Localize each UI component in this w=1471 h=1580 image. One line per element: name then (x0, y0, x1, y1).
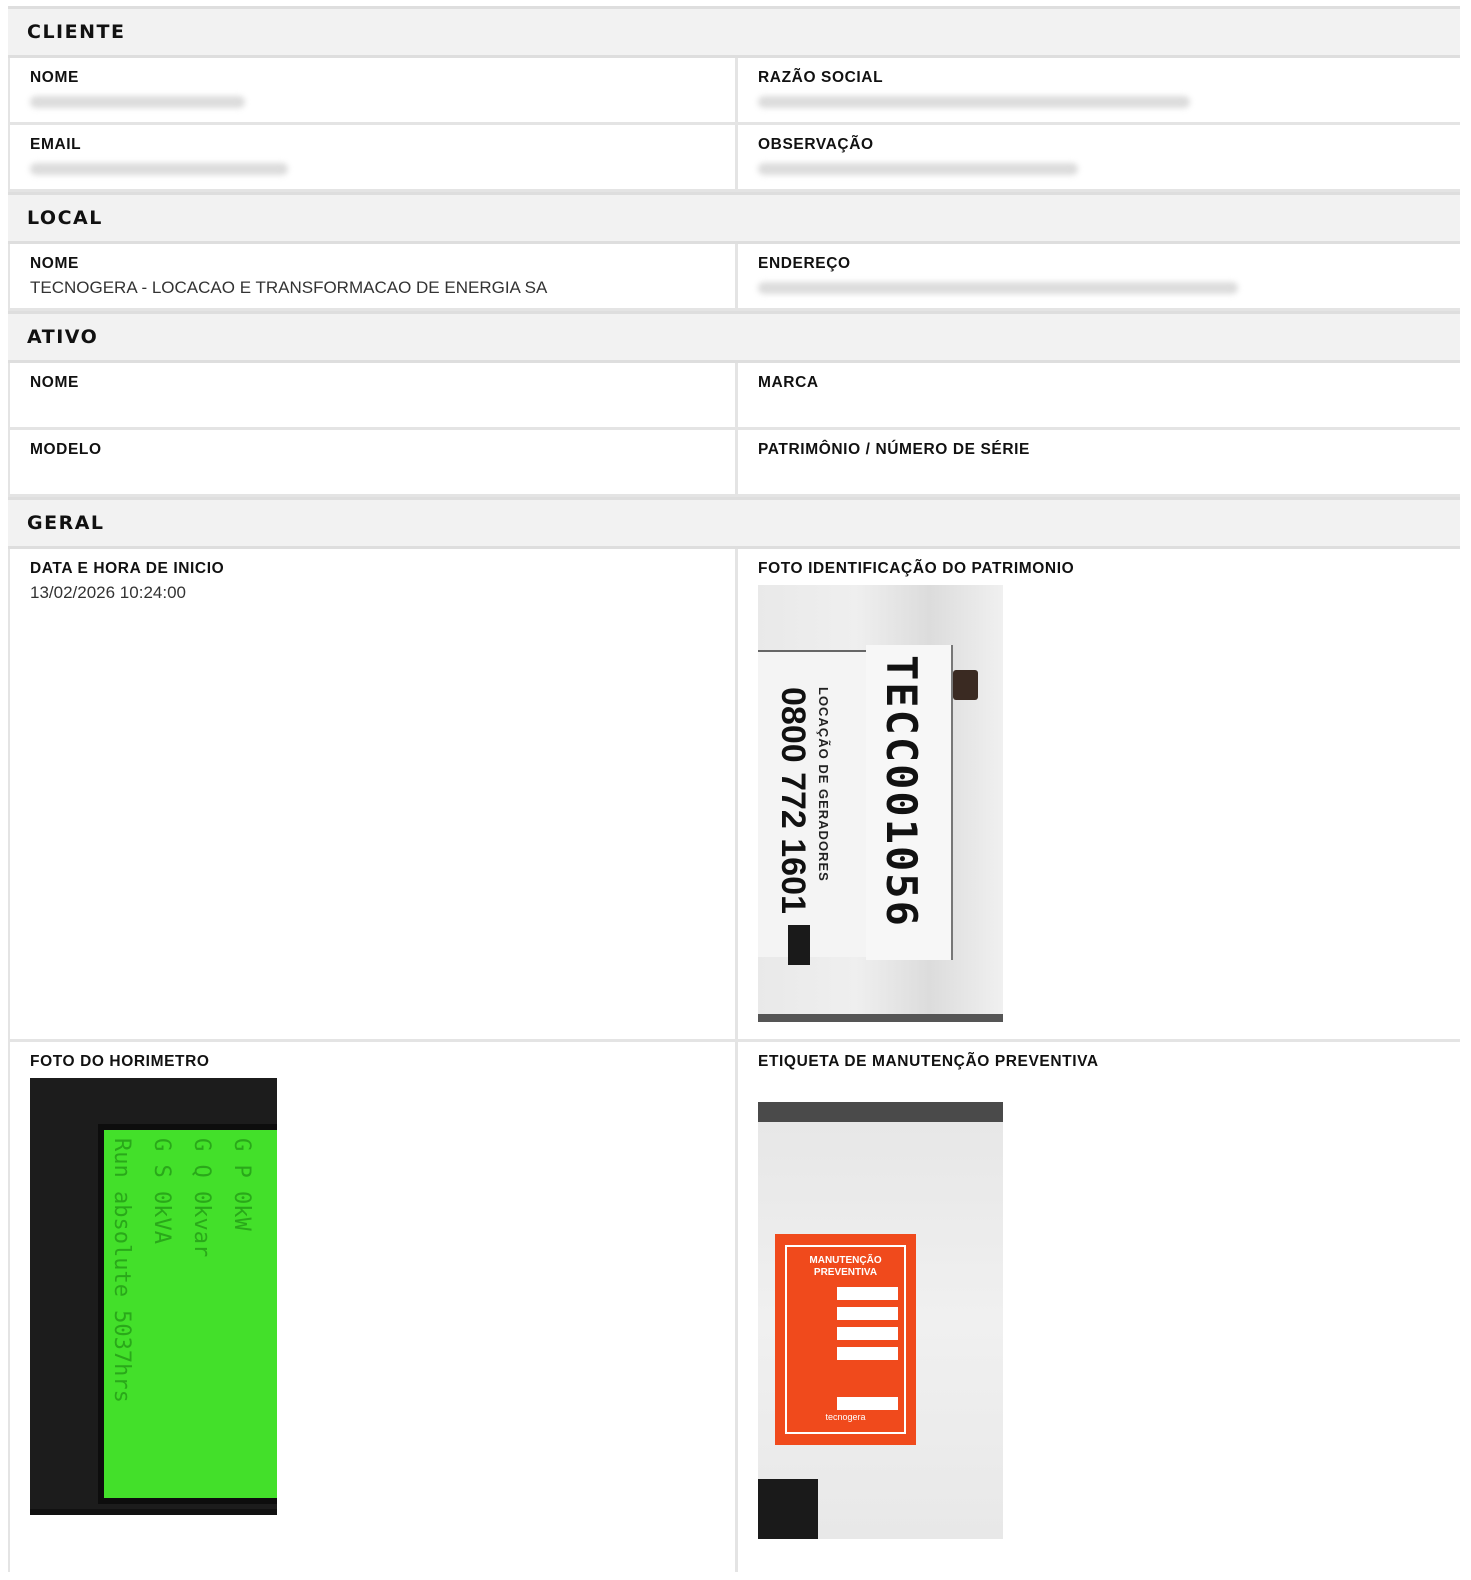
sticker-field (837, 1397, 898, 1410)
field-label: FOTO IDENTIFICAÇÃO DO PATRIMONIO (758, 560, 1075, 577)
field-label: MODELO (30, 441, 102, 458)
sticker-brand: tecnogera (825, 1412, 866, 1422)
redacted-value (30, 163, 288, 175)
field-label: NOME (30, 69, 79, 86)
redacted-value (758, 163, 1078, 175)
lcd-text: G P 0kW (229, 1138, 254, 1231)
sticker-field (837, 1327, 898, 1340)
cliente-email-cell: EMAIL (8, 125, 738, 189)
local-endereco-cell: ENDEREÇO (738, 244, 1460, 308)
field-label: DATA E HORA DE INICIO (30, 560, 225, 577)
lcd-text: G S 0kVA (149, 1138, 174, 1244)
cliente-razao-cell: RAZÃO SOCIAL (738, 58, 1460, 122)
section-cliente: CLIENTE (8, 6, 1460, 58)
geral-row-2: FOTO DO HORIMETRO Run absolute 5037hrs G… (8, 1042, 1460, 1572)
ativo-modelo-cell: MODELO (8, 430, 738, 494)
field-label: MARCA (758, 374, 819, 391)
field-label: NOME (30, 255, 79, 272)
field-value: TECNOGERA - LOCACAO E TRANSFORMACAO DE E… (30, 278, 548, 297)
ativo-patrimonio-cell: PATRIMÔNIO / NÚMERO DE SÉRIE (738, 430, 1460, 494)
section-local: LOCAL (8, 192, 1460, 244)
field-label: RAZÃO SOCIAL (758, 69, 884, 86)
etiqueta-photo[interactable]: MANUTENÇÃO PREVENTIVA tecnogera (758, 1102, 1003, 1539)
field-label: ENDEREÇO (758, 255, 851, 272)
section-title: GERAL (27, 512, 105, 534)
cliente-observacao-cell: OBSERVAÇÃO (738, 125, 1460, 189)
redacted-value (30, 96, 245, 108)
field-label: NOME (30, 374, 79, 391)
sticker-frame: MANUTENÇÃO PREVENTIVA tecnogera (785, 1245, 906, 1434)
tagline-text: LOCAÇÃO DE GERADORES (816, 687, 831, 882)
sticker-field (837, 1347, 898, 1360)
horimetro-photo[interactable]: Run absolute 5037hrs G S 0kVA G Q 0kvar … (30, 1078, 277, 1515)
geral-data-cell: DATA E HORA DE INICIO 13/02/2026 10:24:0… (8, 549, 738, 1039)
section-title: CLIENTE (27, 21, 126, 43)
lcd-text: G Q 0kvar (189, 1138, 214, 1258)
asset-code-text: TECC001056 (877, 655, 926, 928)
geral-foto-patrimonio-cell: FOTO IDENTIFICAÇÃO DO PATRIMONIO TECC001… (738, 549, 1460, 1039)
sticker-field (837, 1307, 898, 1320)
ativo-row-1: NOME MARCA (8, 363, 1460, 430)
field-label: EMAIL (30, 136, 82, 153)
section-geral: GERAL (8, 497, 1460, 549)
section-title: ATIVO (27, 326, 99, 348)
ativo-row-2: MODELO PATRIMÔNIO / NÚMERO DE SÉRIE (8, 430, 1460, 497)
section-ativo: ATIVO (8, 311, 1460, 363)
patrimonio-photo[interactable]: TECC001056 LOCAÇÃO DE GERADORES 0800 772… (758, 585, 1003, 1022)
door-latch (788, 925, 810, 965)
phone-text: 0800 772 1601 (774, 687, 812, 914)
cliente-nome-cell: NOME (8, 58, 738, 122)
redacted-value (758, 96, 1190, 108)
local-row: NOME TECNOGERA - LOCACAO E TRANSFORMACAO… (8, 244, 1460, 311)
field-value: 13/02/2026 10:24:00 (30, 583, 186, 602)
geral-row-1: DATA E HORA DE INICIO 13/02/2026 10:24:0… (8, 549, 1460, 1042)
sticker-field (837, 1287, 898, 1300)
geral-foto-horimetro-cell: FOTO DO HORIMETRO Run absolute 5037hrs G… (8, 1042, 738, 1572)
field-label: FOTO DO HORIMETRO (30, 1053, 210, 1070)
lcd-screen: Run absolute 5037hrs G S 0kVA G Q 0kvar … (98, 1124, 277, 1504)
cliente-row-2: EMAIL OBSERVAÇÃO (8, 125, 1460, 192)
photo-timestamp-bar (758, 1014, 1003, 1022)
field-label: ETIQUETA DE MANUTENÇÃO PREVENTIVA (758, 1053, 1099, 1070)
geral-etiqueta-cell: ETIQUETA DE MANUTENÇÃO PREVENTIVA MANUTE… (738, 1042, 1460, 1572)
field-label: OBSERVAÇÃO (758, 136, 874, 153)
lcd-text: Run absolute 5037hrs (109, 1138, 134, 1403)
cliente-row-1: NOME RAZÃO SOCIAL (8, 58, 1460, 125)
sticker-title: MANUTENÇÃO PREVENTIVA (809, 1255, 882, 1278)
photo-shadow (758, 1479, 818, 1539)
door-handle (953, 670, 978, 700)
field-label: PATRIMÔNIO / NÚMERO DE SÉRIE (758, 441, 1030, 458)
photo-edge (758, 1102, 1003, 1122)
ativo-marca-cell: MARCA (738, 363, 1460, 427)
redacted-value (758, 282, 1238, 294)
local-nome-cell: NOME TECNOGERA - LOCACAO E TRANSFORMACAO… (8, 244, 738, 308)
ativo-nome-cell: NOME (8, 363, 738, 427)
section-title: LOCAL (27, 207, 103, 229)
photo-timestamp-bar (30, 1509, 277, 1515)
maintenance-report: CLIENTE NOME RAZÃO SOCIAL EMAIL OBSERVAÇ… (8, 6, 1460, 1572)
maintenance-sticker: MANUTENÇÃO PREVENTIVA tecnogera (775, 1234, 916, 1445)
